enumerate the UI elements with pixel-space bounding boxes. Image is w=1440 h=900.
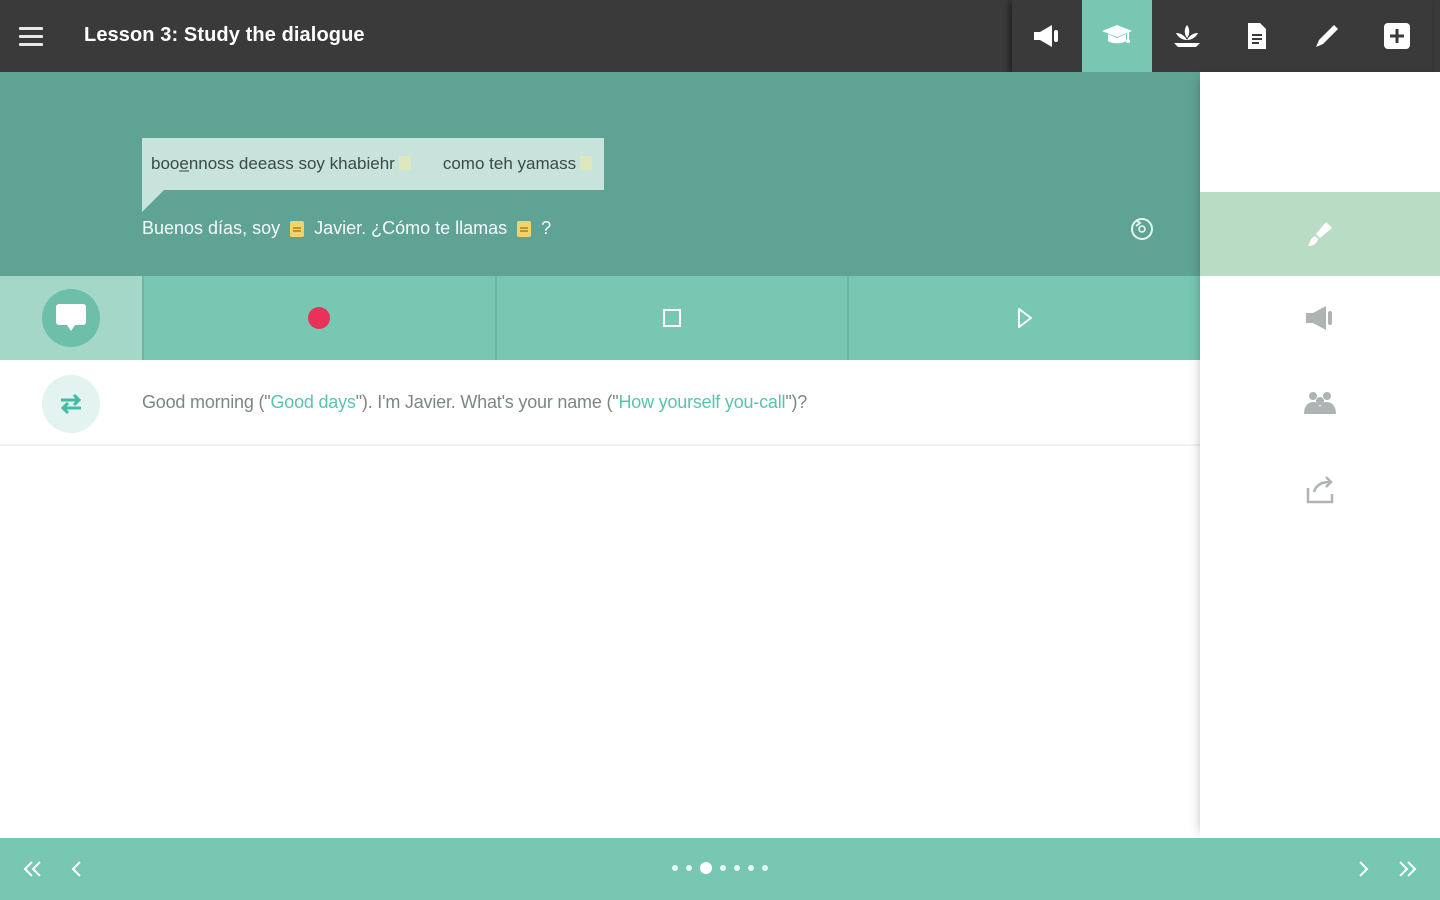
menu-button[interactable] <box>14 20 48 54</box>
people-icon <box>1304 392 1336 414</box>
menu-icon-line <box>19 35 43 38</box>
sentence-part-1: Buenos días, soy <box>142 218 281 238</box>
swap-arrows-icon <box>60 393 82 415</box>
toolbar-lotus-button[interactable] <box>1152 0 1222 72</box>
dialogue-panel: booe̲nnoss deeass soy khabiehr como teh … <box>0 72 1200 276</box>
page-dot[interactable] <box>734 865 740 871</box>
chat-button[interactable] <box>42 289 100 347</box>
document-icon <box>1248 23 1266 49</box>
chat-cell <box>0 276 142 360</box>
note-icon[interactable] <box>517 220 532 237</box>
note-marker <box>580 156 593 170</box>
share-icon <box>1306 476 1334 504</box>
previous-page-button[interactable] <box>60 852 94 886</box>
toolbar-add-button[interactable] <box>1362 0 1432 72</box>
page-dot[interactable] <box>748 865 754 871</box>
swap-translation-button[interactable] <box>42 375 100 433</box>
lotus-icon <box>1174 25 1200 47</box>
graduation-cap-icon <box>1102 25 1132 44</box>
chevron-left-icon <box>71 861 81 877</box>
speech-bubble-icon <box>56 304 86 331</box>
next-page-button[interactable] <box>1346 852 1380 886</box>
double-chevron-right-icon <box>1399 861 1417 877</box>
note-marker <box>398 156 411 170</box>
pronunciation-part-1: booe̲nnoss deeass soy khabiehr <box>151 154 411 174</box>
page-dot[interactable] <box>686 865 692 871</box>
sidebar-brush-button[interactable] <box>1200 192 1440 276</box>
sentence-part-3: ? <box>541 218 552 238</box>
toolbar-pencil-button[interactable] <box>1292 0 1362 72</box>
bottom-navigation <box>0 838 1440 900</box>
pronunciation-part-2: como teh yamass <box>443 154 593 174</box>
page-dot[interactable] <box>720 865 726 871</box>
page-dot[interactable] <box>672 865 678 871</box>
brush-icon <box>1308 222 1332 246</box>
sidebar-share-button[interactable] <box>1200 448 1440 532</box>
page-title: Lesson 3: Study the dialogue <box>84 24 365 46</box>
play-icon <box>1017 308 1032 328</box>
literal-translation: Good days <box>270 392 356 412</box>
first-page-button[interactable] <box>16 852 50 886</box>
stop-icon <box>663 309 681 327</box>
double-chevron-left-icon <box>23 861 41 877</box>
sidebar-people-button[interactable] <box>1200 362 1440 446</box>
note-icon[interactable] <box>290 220 305 237</box>
top-bar: Lesson 3: Study the dialogue <box>0 0 1440 72</box>
pronunciation-bubble: booe̲nnoss deeass soy khabiehr como teh … <box>142 138 605 212</box>
spanish-sentence: Buenos días, soy Javier. ¿Cómo te llamas… <box>142 218 551 239</box>
speaker-icon <box>1306 306 1332 330</box>
play-button[interactable] <box>847 276 1201 360</box>
reset-icon[interactable] <box>1128 214 1156 242</box>
stop-button[interactable] <box>494 276 848 360</box>
toolbar-graduation-button[interactable] <box>1082 0 1152 72</box>
record-button[interactable] <box>142 276 495 360</box>
page-dot[interactable] <box>762 865 768 871</box>
toolbar <box>1012 0 1432 72</box>
translation-row: Good morning ("Good days"). I'm Javier. … <box>0 360 1200 446</box>
literal-translation: How yourself you-call <box>618 392 786 412</box>
recording-controls <box>0 276 1201 360</box>
menu-icon-line <box>19 27 43 30</box>
megaphone-icon <box>1034 25 1058 47</box>
toolbar-document-button[interactable] <box>1222 0 1292 72</box>
chevron-right-icon <box>1359 861 1369 877</box>
sentence-part-2: Javier. ¿Cómo te llamas <box>314 218 508 238</box>
menu-icon-line <box>19 43 43 46</box>
page-indicator <box>672 862 768 874</box>
page-dot-current[interactable] <box>700 862 712 874</box>
record-icon <box>308 307 331 329</box>
english-translation: Good morning ("Good days"). I'm Javier. … <box>142 392 808 412</box>
last-page-button[interactable] <box>1390 852 1424 886</box>
toolbar-megaphone-button[interactable] <box>1012 0 1082 72</box>
sidebar-speaker-button[interactable] <box>1200 276 1440 360</box>
right-sidebar <box>1200 72 1440 838</box>
pencil-icon <box>1316 25 1338 47</box>
plus-square-icon <box>1384 23 1410 49</box>
